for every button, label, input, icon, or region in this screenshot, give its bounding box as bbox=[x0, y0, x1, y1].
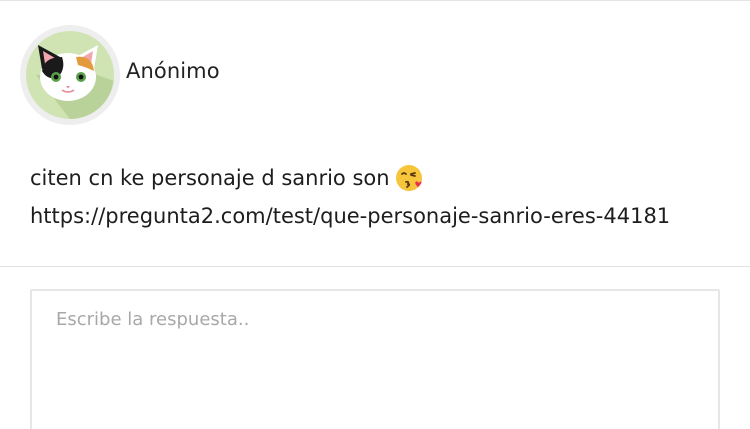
question-page: Anónimo citen cn ke personaje d sanrio s… bbox=[0, 0, 750, 429]
kissing-face-emoji-icon bbox=[394, 161, 426, 193]
avatar[interactable] bbox=[20, 25, 120, 125]
author-name[interactable]: Anónimo bbox=[126, 59, 220, 83]
question-link[interactable]: https://pregunta2.com/test/que-personaje… bbox=[30, 197, 730, 235]
post-header: Anónimo bbox=[20, 25, 220, 125]
calico-cat-icon bbox=[26, 31, 114, 119]
question-body: citen cn ke personaje d sanrio son bbox=[30, 166, 390, 190]
answer-input[interactable] bbox=[30, 289, 720, 429]
question-text: citen cn ke personaje d sanrio son https… bbox=[30, 159, 730, 235]
question-line: citen cn ke personaje d sanrio son bbox=[30, 159, 730, 197]
section-divider bbox=[0, 266, 750, 267]
